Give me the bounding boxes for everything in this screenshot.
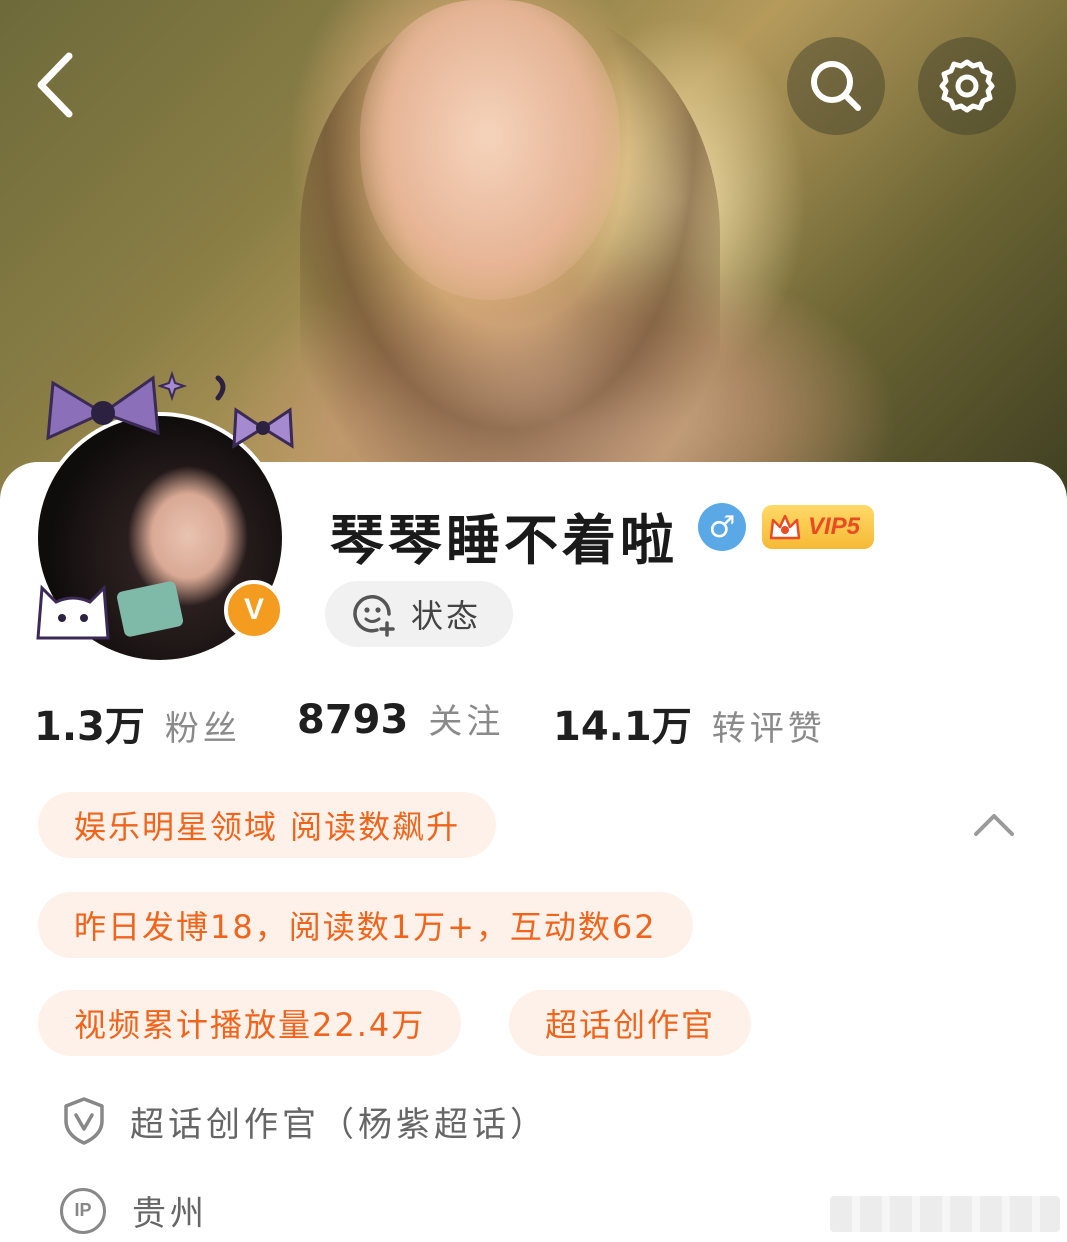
smiley-plus-icon xyxy=(353,595,395,637)
certification-row[interactable]: 超话创作官（杨紫超话） xyxy=(60,1095,548,1147)
stat-value: 8793 xyxy=(297,697,409,743)
ip-location-text: 贵州 xyxy=(132,1194,208,1234)
search-button[interactable] xyxy=(787,37,885,135)
cover-figure-face xyxy=(360,0,620,300)
stat-followers[interactable]: 1.3万 粉丝 xyxy=(34,694,241,752)
status-label: 状态 xyxy=(411,597,482,635)
male-icon: ♂ xyxy=(708,509,736,545)
watermark-strip xyxy=(830,1196,1060,1232)
stat-value: 14.1万 xyxy=(553,704,692,750)
search-icon xyxy=(811,61,861,111)
avatar-held-cards xyxy=(115,580,185,638)
chevron-left-icon xyxy=(37,52,73,118)
tag-video-plays[interactable]: 视频累计播放量22.4万 xyxy=(38,990,462,1056)
gender-badge: ♂ xyxy=(698,503,746,551)
crown-icon xyxy=(769,514,801,540)
settings-button[interactable] xyxy=(918,37,1016,135)
verified-badge-label: V xyxy=(243,593,264,626)
cat-decoration-icon xyxy=(36,584,110,640)
ip-location-icon: IP xyxy=(60,1187,106,1234)
back-button[interactable] xyxy=(20,40,90,130)
certification-text: 超话创作官（杨紫超话） xyxy=(130,1104,548,1145)
verified-badge: V xyxy=(224,580,284,640)
stat-following[interactable]: 8793 关注 xyxy=(297,694,504,743)
ip-location-row: IP 贵州 xyxy=(60,1186,208,1235)
sparkle-decoration-icon xyxy=(158,370,226,402)
status-button[interactable]: 状态 xyxy=(325,581,513,647)
stat-label: 粉丝 xyxy=(164,709,241,749)
gear-icon xyxy=(939,59,995,113)
vip-badge[interactable]: VIP5 xyxy=(762,505,874,549)
stat-label: 转评赞 xyxy=(711,709,826,749)
tag-yesterday-stats[interactable]: 昨日发博18，阅读数1万+，互动数62 xyxy=(38,892,693,958)
bow-decoration-icon xyxy=(46,375,160,441)
tag-supertopic-creator[interactable]: 超话创作官 xyxy=(509,990,752,1056)
profile-name: 琴琴睡不着啦 xyxy=(330,508,678,572)
shield-v-icon xyxy=(64,1097,104,1145)
stat-value: 1.3万 xyxy=(34,704,145,750)
chevron-up-icon[interactable] xyxy=(970,802,1018,846)
stat-interactions[interactable]: 14.1万 转评赞 xyxy=(553,694,826,752)
ip-badge-label: IP xyxy=(74,1200,92,1220)
vip-level-label: VIP5 xyxy=(808,513,861,540)
stat-label: 关注 xyxy=(428,702,505,742)
tag-reading-surge[interactable]: 娱乐明星领域 阅读数飙升 xyxy=(38,792,497,858)
